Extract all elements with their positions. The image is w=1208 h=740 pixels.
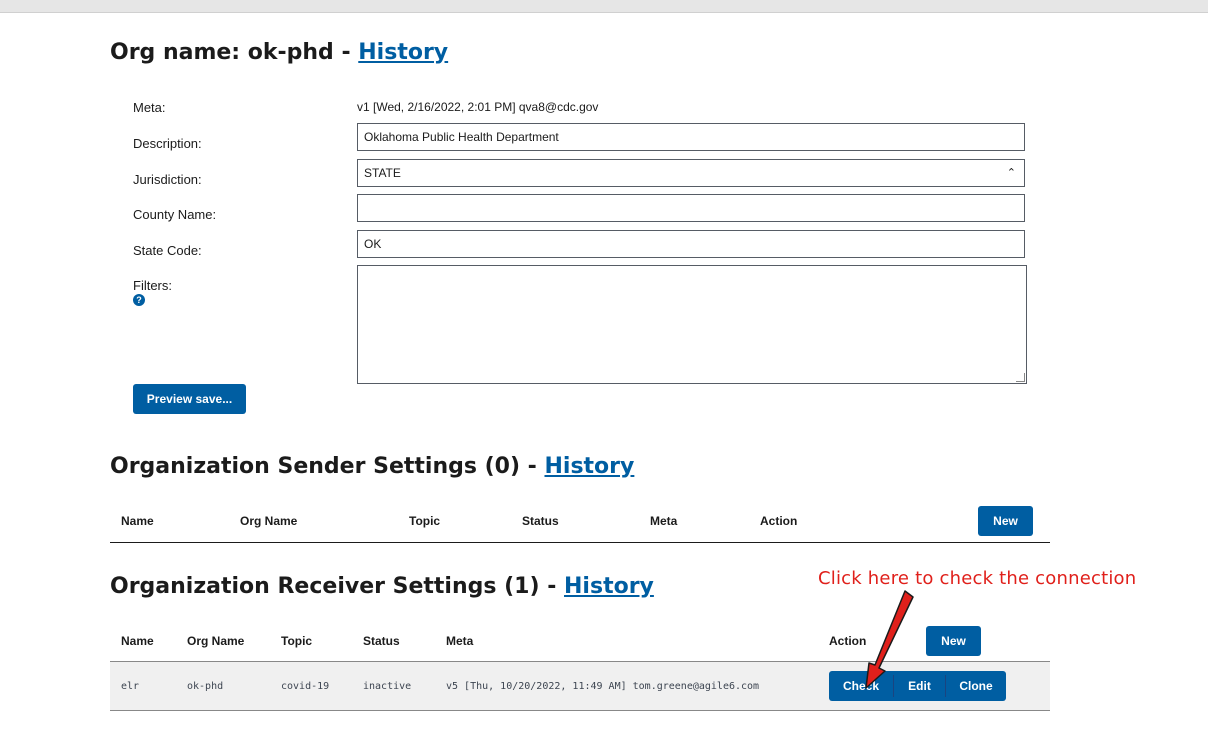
state-code-label: State Code:	[133, 243, 202, 258]
browser-top-bar	[0, 0, 1208, 13]
receiver-name-cell: elr	[121, 681, 140, 692]
filters-label: Filters:	[133, 278, 172, 293]
receiver-col-topic: Topic	[281, 634, 313, 648]
sender-col-meta: Meta	[650, 514, 678, 528]
state-code-input[interactable]: OK	[357, 230, 1025, 258]
receiver-meta-cell: v5 [Thu, 10/20/2022, 11:49 AM] tom.green…	[446, 681, 760, 692]
receiver-heading-text: Organization Receiver Settings (1) -	[110, 574, 557, 599]
annotation-callout-text: Click here to check the connection	[818, 568, 1137, 589]
sender-col-name: Name	[121, 514, 154, 528]
sender-settings-heading: Organization Sender Settings (0) - Histo…	[110, 454, 634, 479]
sender-col-status: Status	[522, 514, 559, 528]
receiver-col-action: Action	[829, 634, 867, 648]
sender-heading-text: Organization Sender Settings (0) -	[110, 454, 537, 479]
org-history-link[interactable]: History	[358, 40, 448, 65]
select-chevron-icon: ⌃	[1006, 167, 1016, 179]
receiver-new-button[interactable]: New	[926, 626, 981, 656]
receiver-action-buttons: Check Edit Clone	[829, 671, 1006, 701]
sender-new-button[interactable]: New	[978, 506, 1033, 536]
org-heading: Org name: ok-phd - History	[110, 40, 448, 65]
jurisdiction-label: Jurisdiction:	[133, 172, 202, 187]
receiver-col-org-name: Org Name	[187, 634, 245, 648]
receiver-col-status: Status	[363, 634, 400, 648]
description-label: Description:	[133, 136, 202, 151]
sender-table-rule	[110, 542, 1050, 543]
clone-button[interactable]: Clone	[946, 671, 1006, 701]
sender-history-link[interactable]: History	[544, 454, 634, 479]
help-icon[interactable]: ?	[133, 294, 145, 306]
jurisdiction-value: STATE	[364, 166, 401, 180]
receiver-col-meta: Meta	[446, 634, 474, 648]
meta-value: v1 [Wed, 2/16/2022, 2:01 PM] qva8@cdc.go…	[357, 100, 599, 114]
meta-label: Meta:	[133, 100, 166, 115]
filters-textarea[interactable]	[357, 265, 1027, 384]
edit-button[interactable]: Edit	[894, 671, 945, 701]
org-heading-text: Org name: ok-phd -	[110, 40, 351, 65]
receiver-history-link[interactable]: History	[564, 574, 654, 599]
receiver-col-name: Name	[121, 634, 154, 648]
receiver-status-cell: inactive	[363, 681, 412, 692]
receiver-org-name-cell: ok-phd	[187, 681, 224, 692]
preview-save-button[interactable]: Preview save...	[133, 384, 246, 414]
check-button[interactable]: Check	[829, 671, 893, 701]
sender-col-action: Action	[760, 514, 798, 528]
jurisdiction-select[interactable]: STATE ⌃	[357, 159, 1025, 187]
description-input[interactable]: Oklahoma Public Health Department	[357, 123, 1025, 151]
receiver-settings-heading: Organization Receiver Settings (1) - His…	[110, 574, 654, 599]
county-name-input[interactable]	[357, 194, 1025, 222]
county-name-label: County Name:	[133, 207, 217, 222]
receiver-topic-cell: covid-19	[281, 681, 330, 692]
resize-handle-icon[interactable]	[1016, 373, 1025, 382]
sender-col-org-name: Org Name	[240, 514, 298, 528]
receiver-table-bottom-rule	[110, 710, 1050, 711]
sender-col-topic: Topic	[409, 514, 441, 528]
